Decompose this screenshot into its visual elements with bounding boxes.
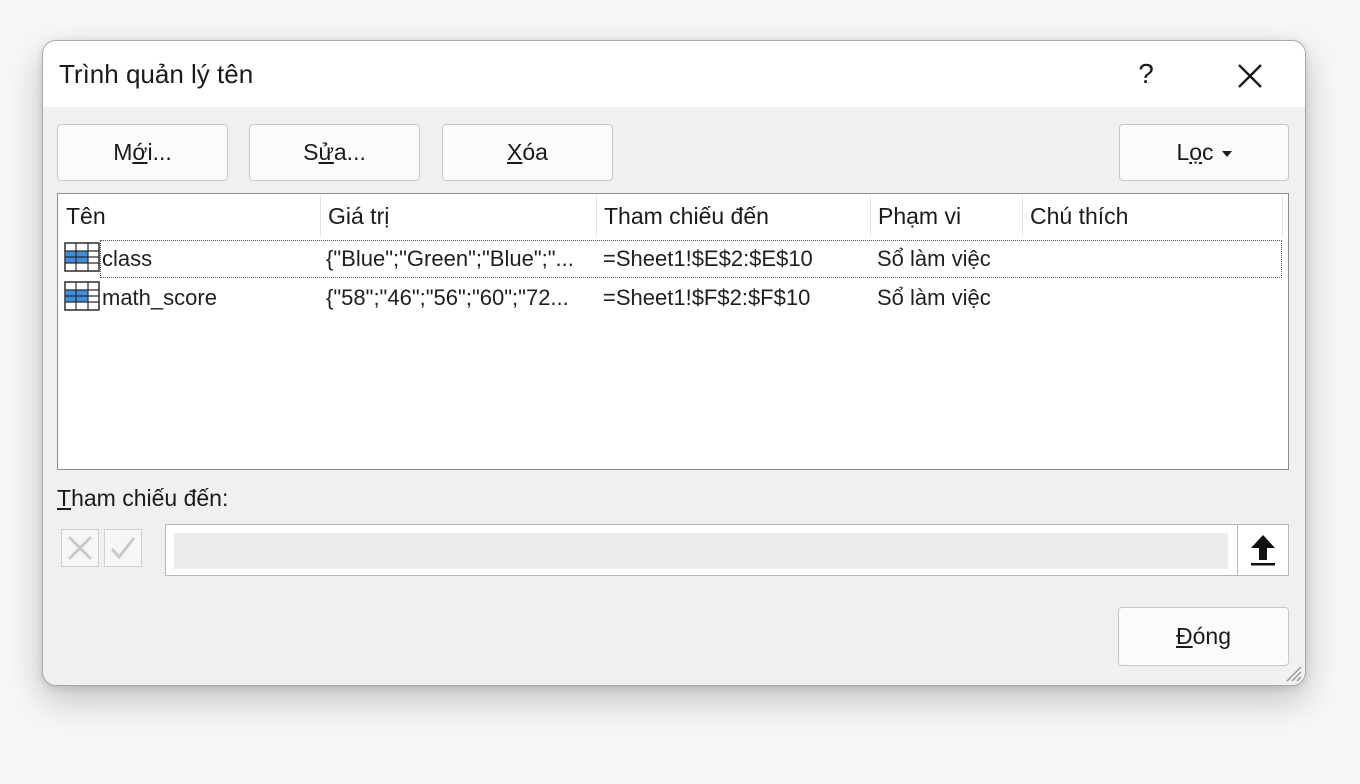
names-list[interactable]: Tên Giá trị Tham chiếu đến Phạm vi Chú t… (57, 193, 1289, 470)
dialog-title: Trình quản lý tên (59, 59, 254, 89)
row-name: math_score (102, 285, 217, 310)
list-row[interactable]: math_score {"58";"46";"56";"60";"72... =… (58, 279, 1282, 317)
collapse-dialog-button[interactable] (1237, 525, 1288, 575)
refers-to-label-accel: T (57, 485, 72, 511)
refers-to-input[interactable] (174, 533, 1228, 569)
new-label-accel: ớ (132, 139, 148, 165)
name-manager-dialog: Trình quản lý tên ? Mớ i... Sử a... Xóa Lọ… (42, 40, 1306, 686)
close-label-accel: Đ (1176, 623, 1193, 649)
dropdown-caret-icon (1221, 150, 1232, 157)
edit-button[interactable]: Sử a... (249, 124, 420, 181)
filter-button[interactable]: Lọc (1119, 124, 1289, 181)
row-value: {"Blue";"Green";"Blue";"... (326, 246, 574, 271)
refers-to-label-text: ham chiếu đến: (71, 485, 229, 511)
close-dialog-button[interactable] (1227, 53, 1273, 99)
table-icon (64, 242, 100, 272)
close-icon (1238, 64, 1262, 88)
column-header-refers-to[interactable]: Tham chiếu đến (596, 194, 870, 238)
new-button[interactable]: Mớ i... (57, 124, 228, 181)
row-value: {"58";"46";"56";"60";"72... (326, 285, 569, 310)
delete-label-accel: X (507, 139, 523, 165)
edit-label-pre: S (303, 139, 319, 165)
column-header-value[interactable]: Giá trị (320, 194, 596, 238)
column-header-comment[interactable]: Chú thích (1022, 194, 1282, 238)
filter-label-pre: L (1176, 139, 1190, 165)
row-comment (1029, 279, 1279, 317)
refers-to-label: Tham chiếu đến: (57, 485, 228, 512)
cancel-x-icon (67, 535, 93, 561)
list-row[interactable]: class {"Blue";"Green";"Blue";"... =Sheet… (100, 240, 1282, 278)
confirm-edit-button[interactable] (104, 529, 142, 567)
arrow-up-icon (1251, 535, 1275, 566)
new-label-post: i... (147, 139, 172, 165)
title-bar: Trình quản lý tên ? (43, 41, 1305, 107)
row-scope: Sổ làm việc (877, 246, 991, 271)
row-scope: Sổ làm việc (877, 285, 991, 310)
filter-label-post: c (1202, 139, 1214, 165)
column-header-scope[interactable]: Phạm vi (870, 194, 1022, 238)
delete-button[interactable]: Xóa (442, 124, 613, 181)
close-button[interactable]: Đóng (1118, 607, 1289, 666)
resize-grip-icon[interactable] (1283, 663, 1303, 683)
cancel-edit-button[interactable] (61, 529, 99, 567)
column-header-name[interactable]: Tên (58, 194, 320, 238)
close-label-text: óng (1192, 623, 1231, 649)
row-name: class (102, 246, 153, 271)
column-divider[interactable] (1282, 196, 1283, 236)
edit-label-post: a... (333, 139, 366, 165)
row-comment (1029, 240, 1279, 278)
refers-to-box (165, 524, 1289, 576)
delete-label-post: óa (522, 139, 548, 165)
edit-label-accel: ử (318, 139, 334, 165)
new-label-pre: M (113, 139, 133, 165)
row-refers-to: =Sheet1!$E$2:$E$10 (603, 246, 813, 271)
help-button[interactable]: ? (1123, 51, 1169, 97)
checkmark-icon (110, 537, 136, 560)
row-refers-to: =Sheet1!$F$2:$F$10 (603, 285, 811, 310)
filter-label-accel: ọ (1189, 139, 1203, 165)
